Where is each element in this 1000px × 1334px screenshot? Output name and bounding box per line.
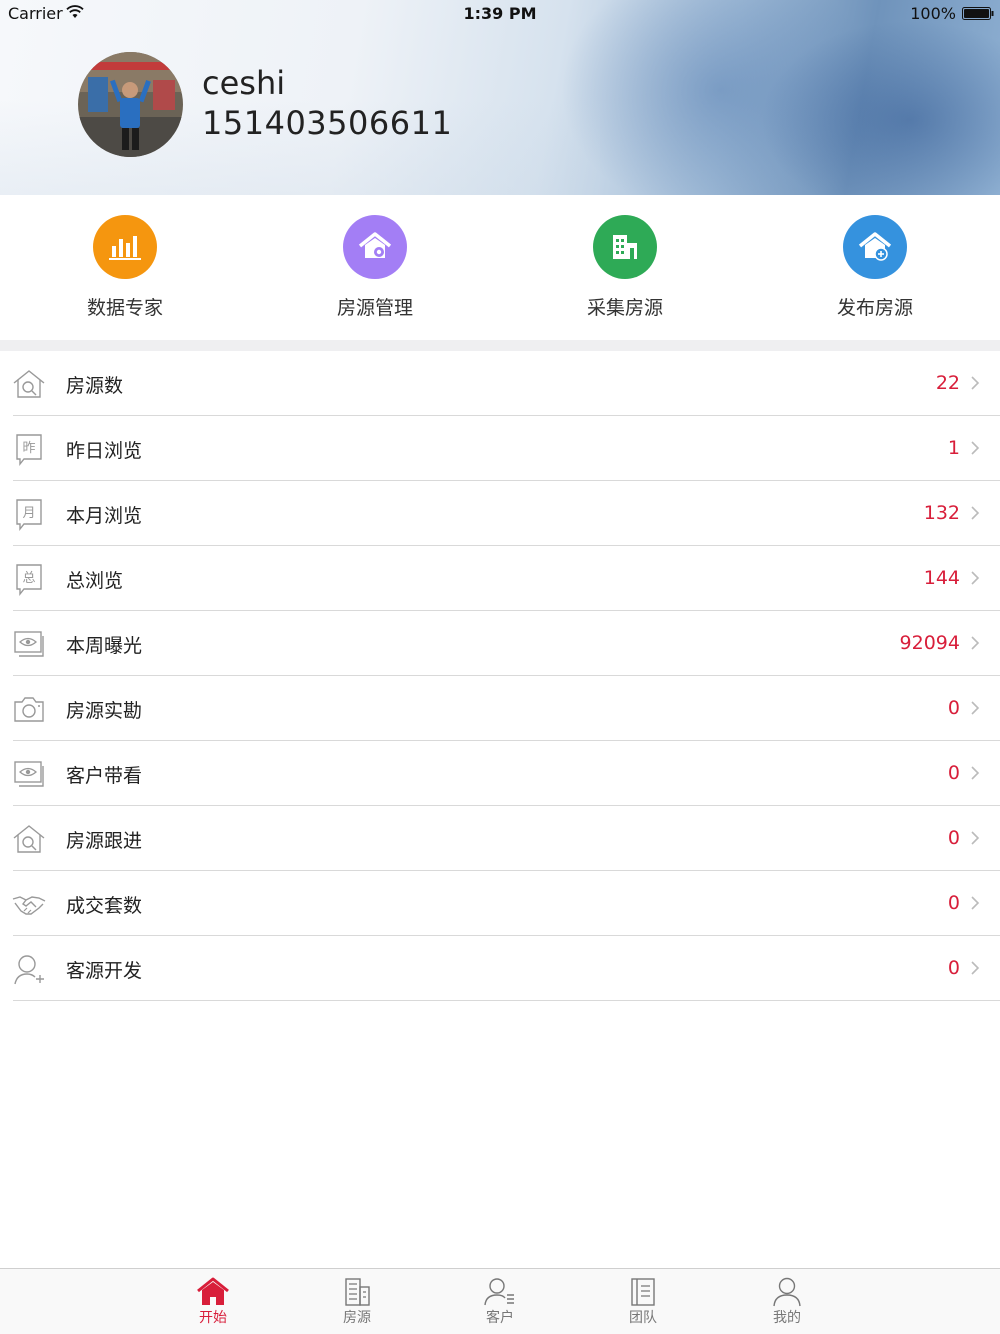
chevron-right-icon [971, 506, 980, 520]
chevron-right-icon [971, 831, 980, 845]
stat-row-month-views[interactable]: 月 本月浏览 132 [0, 481, 1000, 546]
house-search-icon [13, 825, 45, 853]
month-icon: 月 [16, 499, 42, 531]
avatar[interactable] [78, 52, 183, 157]
quick-action-listing-manage[interactable]: 房源管理 [295, 215, 455, 320]
chevron-right-icon [971, 636, 980, 650]
bar-chart-icon [93, 215, 157, 279]
svg-text:昨: 昨 [22, 441, 35, 456]
handshake-icon [12, 896, 46, 915]
quick-action-publish-listing[interactable]: 发布房源 [795, 215, 955, 320]
tab-mine[interactable]: 我的 [747, 1277, 827, 1327]
chevron-right-icon [971, 376, 980, 390]
stats-list: 房源数 22 昨 昨日浏览 1 月 本月浏览 132 总 总浏览 144 本周曝… [0, 351, 1000, 1001]
quick-actions: 数据专家 房源管理 采集房源 发布房源 [0, 195, 1000, 340]
stat-row-client-development[interactable]: 客源开发 0 [0, 936, 1000, 1001]
stat-row-total-views[interactable]: 总 总浏览 144 [0, 546, 1000, 611]
house-plus-icon [843, 215, 907, 279]
chevron-right-icon [971, 701, 980, 715]
clock: 1:39 PM [463, 4, 537, 23]
chevron-right-icon [971, 766, 980, 780]
battery-percent: 100% [910, 4, 956, 23]
person-icon [773, 1277, 801, 1307]
quick-action-data-expert[interactable]: 数据专家 [45, 215, 205, 320]
tab-start[interactable]: 开始 [173, 1277, 253, 1327]
stat-row-yesterday-views[interactable]: 昨 昨日浏览 1 [0, 416, 1000, 481]
buildings-icon [345, 1278, 370, 1306]
profile-header: Carrier 1:39 PM 100% ceshi 151403506611 [0, 0, 1000, 195]
eye-screen-icon [14, 631, 44, 657]
house-gear-icon [343, 215, 407, 279]
section-gap [0, 340, 1000, 351]
customer-icon [484, 1278, 514, 1306]
svg-text:总: 总 [22, 571, 35, 586]
user-phone: 151403506611 [202, 104, 453, 142]
quick-action-collect-listing[interactable]: 采集房源 [545, 215, 705, 320]
chevron-right-icon [971, 441, 980, 455]
stat-row-listing-followup[interactable]: 房源跟进 0 [0, 806, 1000, 871]
tab-team[interactable]: 团队 [603, 1277, 683, 1327]
camera-icon [14, 697, 44, 722]
team-book-icon [631, 1278, 655, 1306]
stat-row-week-exposure[interactable]: 本周曝光 92094 [0, 611, 1000, 676]
stat-row-client-viewing[interactable]: 客户带看 0 [0, 741, 1000, 806]
stat-row-deals[interactable]: 成交套数 0 [0, 871, 1000, 936]
status-bar: Carrier 1:39 PM 100% [0, 0, 1000, 28]
battery-icon [962, 7, 994, 20]
tab-customers[interactable]: 客户 [460, 1277, 540, 1327]
user-name: ceshi [202, 64, 286, 102]
total-icon: 总 [16, 564, 42, 596]
tab-bar: 开始 房源 客户 团队 我的 [0, 1268, 1000, 1334]
tab-listings[interactable]: 房源 [317, 1277, 397, 1327]
building-icon [593, 215, 657, 279]
chevron-right-icon [971, 571, 980, 585]
stat-row-site-survey[interactable]: 房源实勘 0 [0, 676, 1000, 741]
home-icon [197, 1277, 229, 1305]
chevron-right-icon [971, 896, 980, 910]
user-plus-icon [14, 955, 44, 985]
house-search-icon [13, 370, 45, 398]
chevron-right-icon [971, 961, 980, 975]
yesterday-icon: 昨 [16, 434, 42, 466]
eye-screen-icon [14, 761, 44, 787]
svg-text:月: 月 [22, 506, 35, 521]
stat-row-listings[interactable]: 房源数 22 [0, 351, 1000, 416]
